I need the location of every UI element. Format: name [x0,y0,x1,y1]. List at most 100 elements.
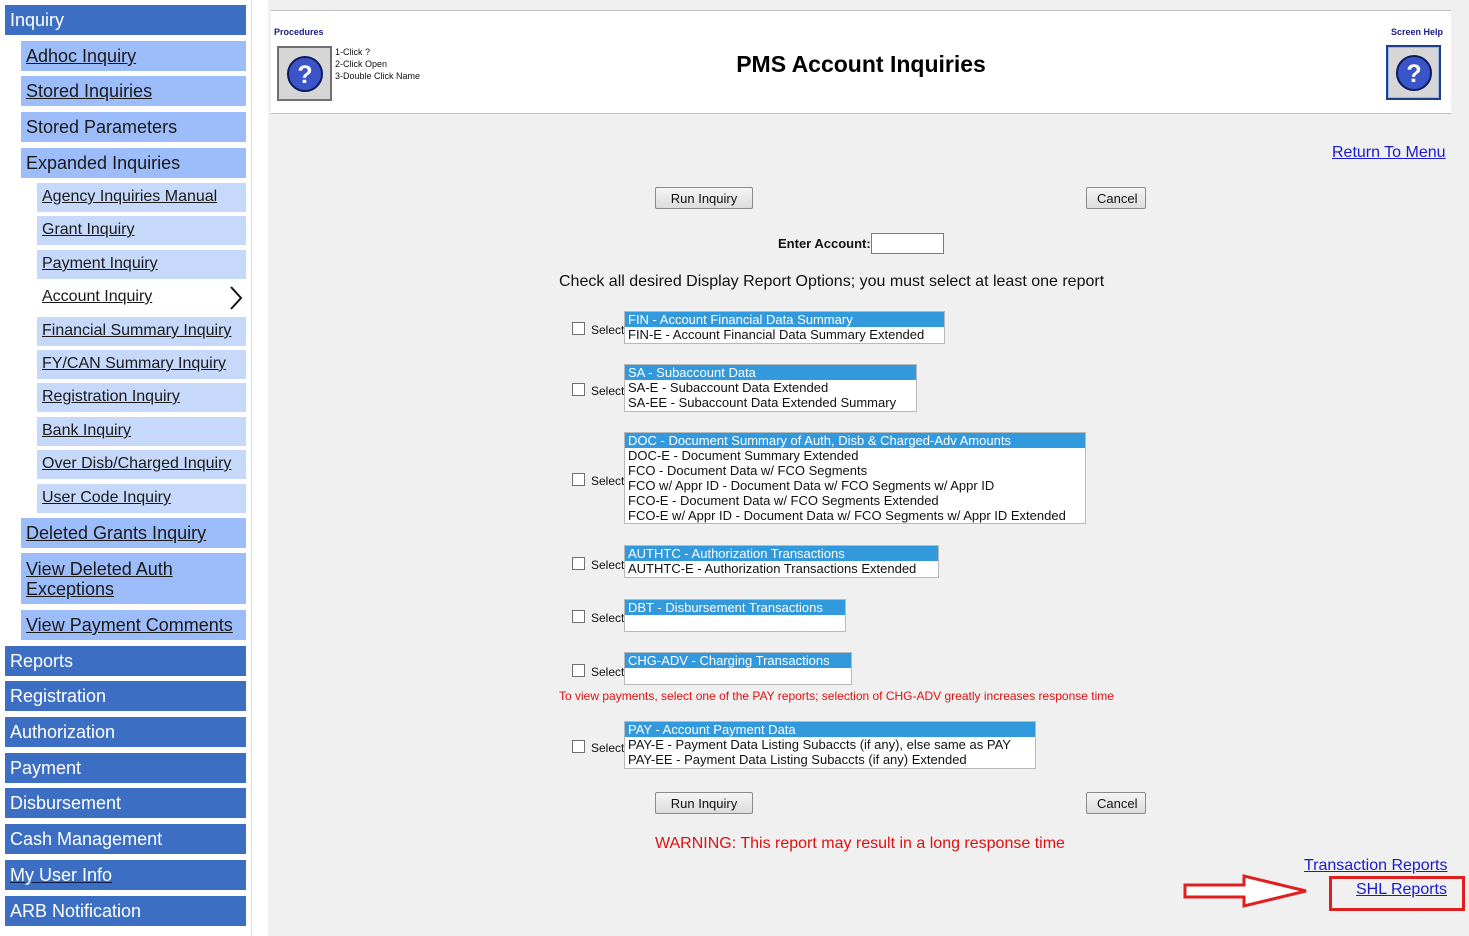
chgadv-select-checkbox[interactable] [572,664,585,677]
pay-select-checkbox[interactable] [572,740,585,753]
pay-report-listbox[interactable]: PAY - Account Payment Data PAY-E - Payme… [624,721,1036,769]
nav-fycan-summary-inquiry-link[interactable]: FY/CAN Summary Inquiry [42,355,226,372]
nav-payment-inquiry[interactable]: Payment Inquiry [37,250,246,279]
nav-financial-summary-inquiry[interactable]: Financial Summary Inquiry [37,317,246,346]
nav-cash-management[interactable]: Cash Management [5,824,246,854]
authtc-report-listbox[interactable]: AUTHTC - Authorization Transactions AUTH… [624,545,939,578]
list-option[interactable]: PAY-EE - Payment Data Listing Subaccts (… [625,752,1035,767]
list-option[interactable]: FIN - Account Financial Data Summary [625,312,944,327]
sa-select-checkbox[interactable] [572,383,585,396]
account-input[interactable] [871,233,944,254]
nav-over-disb-charged-inquiry-link[interactable]: Over Disb/Charged Inquiry [42,455,231,472]
nav-authorization[interactable]: Authorization [5,717,246,747]
list-option[interactable]: CHG-ADV - Charging Transactions [625,653,851,668]
instructions-text: Check all desired Display Report Options… [559,273,1105,290]
nav-fycan-summary-inquiry[interactable]: FY/CAN Summary Inquiry [37,350,246,379]
list-option[interactable]: SA - Subaccount Data [625,365,916,380]
select-label: Select [591,741,625,755]
fin-report-listbox[interactable]: FIN - Account Financial Data Summary FIN… [624,311,945,344]
fin-select-checkbox[interactable] [572,322,585,335]
return-to-menu-link[interactable]: Return To Menu [1332,144,1446,162]
list-option[interactable]: SA-E - Subaccount Data Extended [625,380,916,395]
cancel-button-bottom[interactable]: Cancel [1086,792,1146,814]
list-option[interactable]: FCO-E - Document Data w/ FCO Segments Ex… [625,493,1085,508]
list-option[interactable]: AUTHTC - Authorization Transactions [625,546,938,561]
nav-registration-label: Registration [10,686,107,706]
nav-my-user-info[interactable]: My User Info [5,860,246,890]
nav-payment[interactable]: Payment [5,753,246,783]
nav-adhoc-inquiry[interactable]: Adhoc Inquiry [21,41,246,71]
nav-grant-inquiry-link[interactable]: Grant Inquiry [42,221,134,238]
chgadv-report-listbox[interactable]: CHG-ADV - Charging Transactions [624,652,852,685]
nav-payment-label: Payment [10,758,82,778]
nav-user-code-inquiry[interactable]: User Code Inquiry [37,484,246,513]
nav-stored-inquiries[interactable]: Stored Inquiries [21,76,246,106]
nav-user-code-inquiry-link[interactable]: User Code Inquiry [42,489,171,506]
cancel-button[interactable]: Cancel [1086,187,1146,209]
chevron-right-icon [230,286,243,310]
list-option[interactable]: SA-EE - Subaccount Data Extended Summary [625,395,916,410]
list-option[interactable]: AUTHTC-E - Authorization Transactions Ex… [625,561,938,576]
nav-over-disb-charged-inquiry[interactable]: Over Disb/Charged Inquiry [37,450,246,479]
list-option[interactable]: FCO - Document Data w/ FCO Segments [625,463,1085,478]
nav-registration[interactable]: Registration [5,681,246,711]
enter-account-label: Enter Account: [778,236,871,251]
question-icon: ? [1395,54,1432,91]
nav-disbursement[interactable]: Disbursement [5,788,246,818]
nav-deleted-grants-inquiry-link[interactable]: Deleted Grants Inquiry [26,523,206,543]
dbt-report-listbox[interactable]: DBT - Disbursement Transactions [624,599,846,632]
select-label: Select [591,611,625,625]
nav-inquiry[interactable]: Inquiry [5,5,246,35]
nav-account-inquiry-link[interactable]: Account Inquiry [42,288,152,305]
select-label: Select [591,665,625,679]
screen-help-button[interactable]: ? [1386,45,1441,100]
nav-agency-inquiries-manual-link[interactable]: Agency Inquiries Manual [42,188,217,205]
nav-bank-inquiry[interactable]: Bank Inquiry [37,417,246,446]
list-option[interactable]: DOC - Document Summary of Auth, Disb & C… [625,433,1085,448]
nav-reports[interactable]: Reports [5,646,246,676]
transaction-reports-link[interactable]: Transaction Reports [1304,857,1447,875]
sidebar-nav: Inquiry Adhoc Inquiry Stored Inquiries S… [0,0,252,936]
nav-stored-parameters-label: Stored Parameters [26,117,178,137]
nav-registration-inquiry[interactable]: Registration Inquiry [37,383,246,412]
list-option[interactable]: FCO-E w/ Appr ID - Document Data w/ FCO … [625,508,1085,523]
nav-deleted-grants-inquiry[interactable]: Deleted Grants Inquiry [21,518,246,548]
select-label: Select [591,558,625,572]
sa-report-listbox[interactable]: SA - Subaccount Data SA-E - Subaccount D… [624,364,917,412]
select-label: Select [591,474,625,488]
nav-view-deleted-auth-exceptions-link[interactable]: View Deleted Auth Exceptions [26,559,186,599]
list-option[interactable]: FCO w/ Appr ID - Document Data w/ FCO Se… [625,478,1085,493]
nav-adhoc-inquiry-link[interactable]: Adhoc Inquiry [26,46,136,66]
nav-registration-inquiry-link[interactable]: Registration Inquiry [42,388,180,405]
nav-arb-notification-label: ARB Notification [10,901,142,921]
nav-account-inquiry[interactable]: Account Inquiry [37,283,246,312]
run-inquiry-button[interactable]: Run Inquiry [655,187,753,209]
nav-expanded-inquiries[interactable]: Expanded Inquiries [21,148,246,178]
nav-bank-inquiry-link[interactable]: Bank Inquiry [42,422,131,439]
nav-view-deleted-auth-exceptions[interactable]: View Deleted Auth Exceptions [21,553,246,604]
nav-view-payment-comments[interactable]: View Payment Comments [21,610,246,640]
nav-stored-inquiries-link[interactable]: Stored Inquiries [26,81,152,101]
doc-select-checkbox[interactable] [572,473,585,486]
run-inquiry-button-bottom[interactable]: Run Inquiry [655,792,753,814]
nav-arb-notification[interactable]: ARB Notification [5,896,246,926]
authtc-select-checkbox[interactable] [572,557,585,570]
list-option[interactable]: PAY-E - Payment Data Listing Subaccts (i… [625,737,1035,752]
nav-agency-inquiries-manual[interactable]: Agency Inquiries Manual [37,183,246,212]
list-option[interactable]: DBT - Disbursement Transactions [625,600,845,615]
list-option[interactable]: FIN-E - Account Financial Data Summary E… [625,327,944,342]
nav-payment-inquiry-link[interactable]: Payment Inquiry [42,255,158,272]
nav-grant-inquiry[interactable]: Grant Inquiry [37,216,246,245]
doc-report-listbox[interactable]: DOC - Document Summary of Auth, Disb & C… [624,432,1086,524]
nav-stored-parameters[interactable]: Stored Parameters [21,112,246,142]
nav-financial-summary-inquiry-link[interactable]: Financial Summary Inquiry [42,322,231,339]
shl-reports-link[interactable]: SHL Reports [1356,881,1447,899]
nav-my-user-info-link[interactable]: My User Info [10,865,112,885]
nav-view-payment-comments-link[interactable]: View Payment Comments [26,615,233,635]
list-option[interactable]: PAY - Account Payment Data [625,722,1035,737]
svg-text:?: ? [1406,60,1421,88]
nav-authorization-label: Authorization [10,722,116,742]
dbt-select-checkbox[interactable] [572,610,585,623]
list-option[interactable]: DOC-E - Document Summary Extended [625,448,1085,463]
page-header: Procedures ? 1-Click ? 2-Click Open 3-Do… [271,10,1451,114]
